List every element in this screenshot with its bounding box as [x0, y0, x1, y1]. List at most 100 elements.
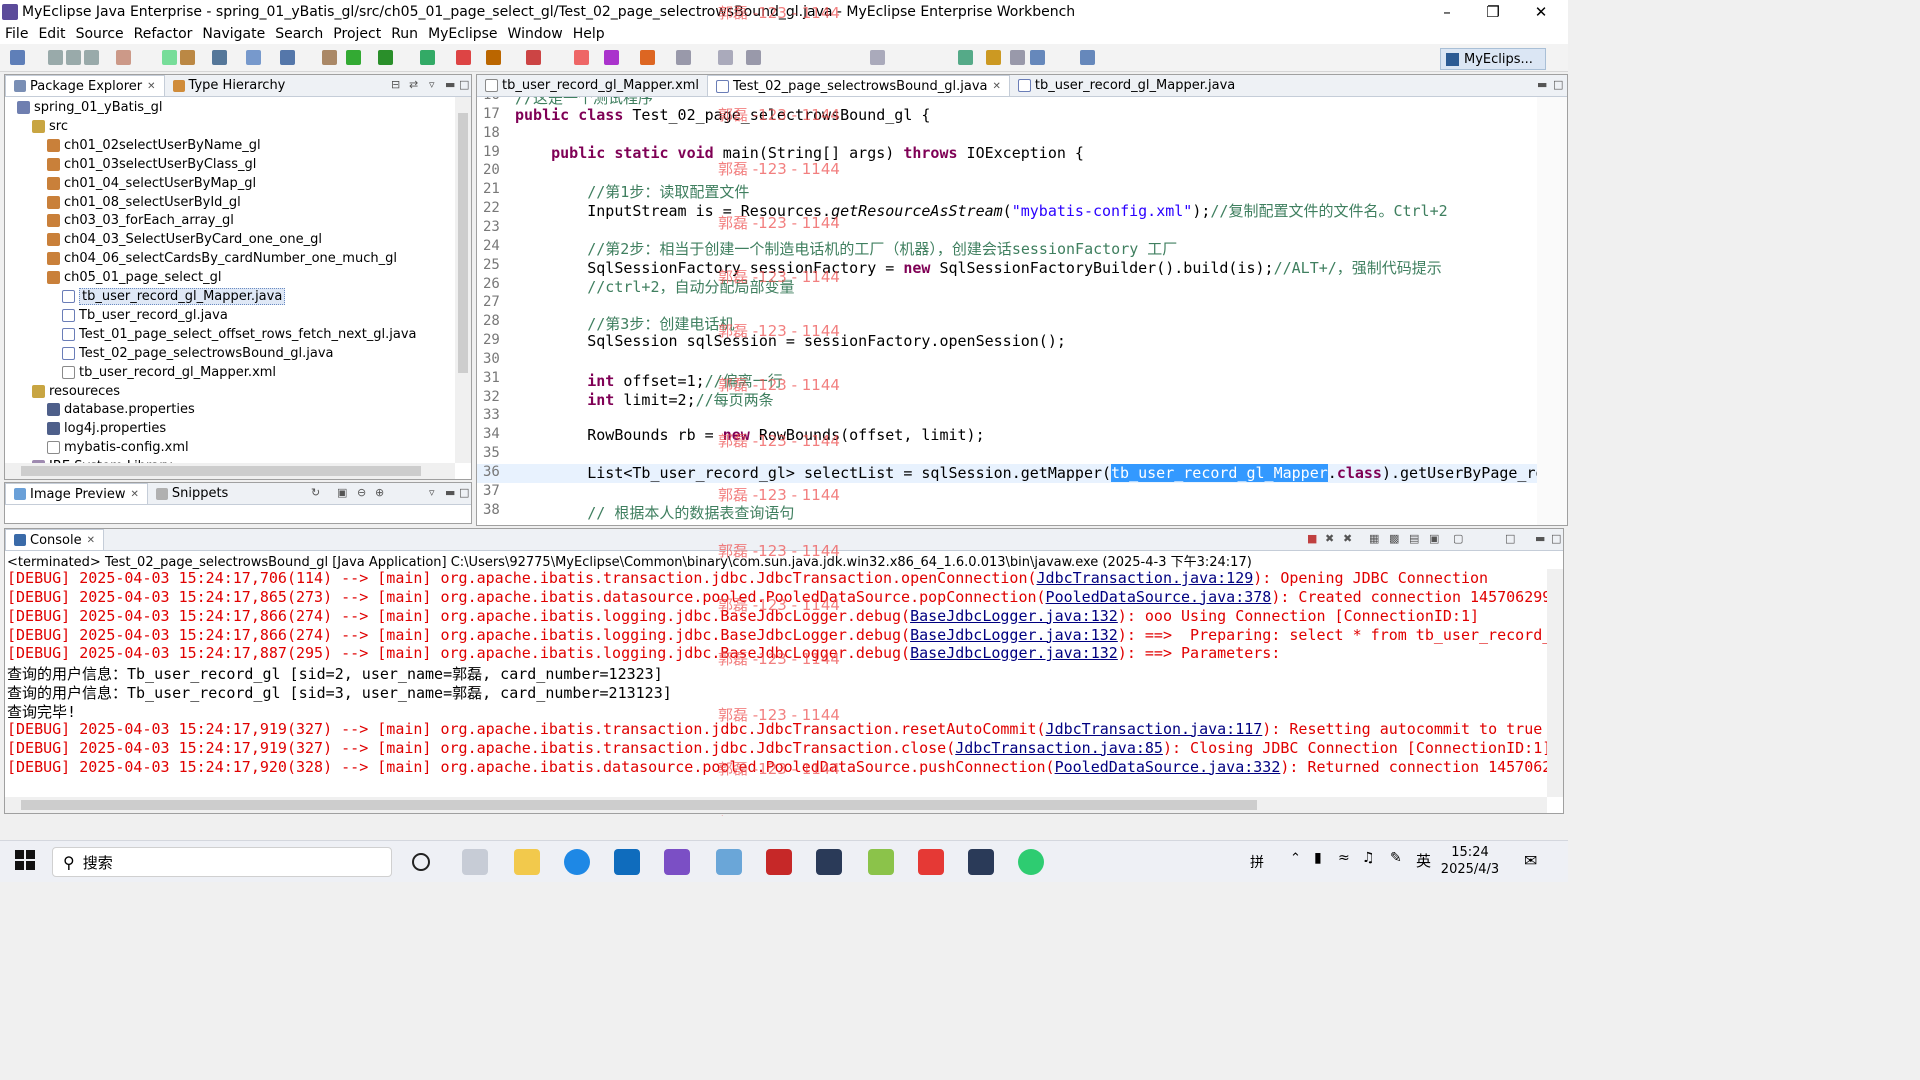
tree-item[interactable]: database.properties	[47, 400, 195, 419]
tree-item[interactable]: src	[32, 117, 68, 136]
tree-item[interactable]: ch01_02selectUserByName_gl	[47, 136, 261, 155]
toolbar-action-10-icon[interactable]	[280, 50, 295, 65]
tree-item[interactable]: Tb_user_record_gl.java	[62, 306, 228, 325]
scrollbar-thumb[interactable]	[21, 800, 1257, 810]
toolbar-action-20-icon[interactable]	[640, 50, 655, 65]
toolbar-action-8-icon[interactable]	[212, 50, 227, 65]
code-area[interactable]: 16//这是一个测试程序17public class Test_02_page_…	[477, 97, 1537, 525]
code-line[interactable]: 16//这是一个测试程序	[477, 97, 1537, 107]
menu-run[interactable]: Run	[386, 26, 423, 42]
toolbar-action-15-icon[interactable]	[456, 50, 471, 65]
tree-item[interactable]: log4j.properties	[47, 419, 166, 438]
maximize-view-icon[interactable]: □	[459, 78, 469, 91]
open-console-icon[interactable]: □	[1505, 532, 1515, 545]
code-line[interactable]: 37	[477, 483, 1537, 502]
tab-console[interactable]: Console ✕	[5, 529, 104, 550]
editor-tab[interactable]: Test_02_page_selectrowsBound_gl.java ✕	[707, 75, 1010, 96]
code-line[interactable]: 34 RowBounds rb = new RowBounds(offset, …	[477, 426, 1537, 445]
scroll-lock-icon[interactable]: ▩	[1389, 532, 1399, 545]
console-vertical-scrollbar[interactable]	[1547, 569, 1563, 797]
cortana-icon[interactable]	[412, 853, 430, 871]
editor-tab[interactable]: tb_user_record_gl_Mapper.xml	[477, 75, 707, 96]
code-line[interactable]: 27	[477, 294, 1537, 313]
toolbar-action-7-icon[interactable]	[180, 50, 195, 65]
tree-item[interactable]: ch04_06_selectCardsBy_cardNumber_one_muc…	[47, 249, 397, 268]
toolbar-action-6-icon[interactable]	[162, 50, 177, 65]
menu-source[interactable]: Source	[71, 26, 129, 42]
toolbar-action-23-icon[interactable]	[746, 50, 761, 65]
code-line[interactable]: 17 public class Test_02_page_selectrowsBo…	[477, 106, 1537, 125]
menu-help[interactable]: Help	[568, 26, 610, 42]
toolbar-action-14-icon[interactable]	[420, 50, 435, 65]
toolbar-action-28-icon[interactable]	[1080, 50, 1095, 65]
scrollbar-thumb[interactable]	[21, 466, 421, 476]
scrollbar-thumb[interactable]	[458, 113, 468, 373]
maximize-view-icon[interactable]: □	[459, 486, 469, 499]
code-line[interactable]: 32 int limit=2;//每页两条	[477, 389, 1537, 409]
taskbar-search[interactable]: ⚲ 搜索	[52, 847, 392, 877]
minimize-view-icon[interactable]: ▬	[1535, 532, 1545, 545]
menu-window[interactable]: Window	[503, 26, 568, 42]
tab-type-hierarchy[interactable]: Type Hierarchy	[165, 75, 294, 96]
tree-item[interactable]: tb_user_record_gl_Mapper.java	[62, 287, 286, 306]
clear-console-icon[interactable]: ▦	[1369, 532, 1379, 545]
code-line[interactable]: 24 //第2步：相当于创建一个制造电话机的工厂（机器），创建会话session…	[477, 238, 1537, 258]
view-menu-icon[interactable]: ▿	[429, 78, 435, 91]
toolbar-action-27-icon[interactable]	[1030, 50, 1045, 65]
remove-launch-icon[interactable]: ✖	[1325, 532, 1334, 545]
system-clock[interactable]: 15:24 2025/4/3	[1440, 844, 1500, 878]
visual-studio-icon[interactable]	[664, 849, 690, 875]
close-tab-icon[interactable]: ✕	[130, 489, 138, 500]
chevron-up-icon[interactable]: ⌃	[1290, 851, 1301, 866]
maximize-view-icon[interactable]: □	[1551, 532, 1561, 545]
close-button[interactable]: ✕	[1518, 0, 1564, 24]
tree-item[interactable]: ch05_01_page_select_gl	[47, 268, 221, 287]
toolbar-action-17-icon[interactable]	[526, 50, 541, 65]
toolbar-action-1-icon[interactable]	[10, 50, 25, 65]
ime-language[interactable]: 英	[1416, 850, 1431, 871]
tree-item[interactable]: ch01_04_selectUserByMap_gl	[47, 174, 256, 193]
code-line[interactable]: 21 //第1步：读取配置文件	[477, 181, 1537, 201]
perspective-myeclipse-button[interactable]: MyEclips...	[1440, 48, 1546, 70]
tree-item[interactable]: ch03_03_forEach_array_gl	[47, 211, 234, 230]
store-icon[interactable]	[614, 849, 640, 875]
code-line[interactable]: 35	[477, 445, 1537, 464]
editor-maximize-icon[interactable]: □	[1553, 78, 1563, 91]
pin-console-icon[interactable]: ▣	[1429, 532, 1439, 545]
toolbar-action-12-icon[interactable]	[346, 50, 361, 65]
toolbar-action-25-icon[interactable]	[958, 50, 973, 65]
code-line[interactable]: 22 InputStream is = Resources.getResourc…	[477, 200, 1537, 220]
code-line[interactable]: 29 SqlSession sqlSession = sessionFactor…	[477, 332, 1537, 351]
code-line[interactable]: 36 List<Tb_user_record_gl> selectList = …	[477, 464, 1537, 483]
close-tab-icon[interactable]: ✕	[87, 535, 95, 546]
toolbar-action-9-icon[interactable]	[246, 50, 261, 65]
console-horizontal-scrollbar[interactable]	[5, 797, 1547, 813]
remove-all-terminated-icon[interactable]: ✖	[1343, 532, 1352, 545]
editor-minimize-icon[interactable]: ▬	[1537, 78, 1547, 91]
minimize-view-icon[interactable]: ▬	[445, 486, 455, 499]
code-line[interactable]: 31 int offset=1;//偏离一行	[477, 370, 1537, 390]
menu-refactor[interactable]: Refactor	[129, 26, 198, 42]
tab-image-preview[interactable]: Image Preview ✕	[5, 483, 148, 504]
menu-file[interactable]: File	[0, 26, 33, 42]
menu-navigate[interactable]: Navigate	[197, 26, 270, 42]
wechat-icon[interactable]	[1018, 849, 1044, 875]
tree-item[interactable]: resoureces	[32, 382, 120, 401]
code-line[interactable]: 20	[477, 162, 1537, 181]
toolbar-action-13-icon[interactable]	[378, 50, 393, 65]
toolbar-action-5-icon[interactable]	[116, 50, 131, 65]
file-explorer-icon[interactable]	[514, 849, 540, 875]
show-on-output-icon[interactable]: ▤	[1409, 532, 1419, 545]
myeclipse-active-icon[interactable]	[968, 849, 994, 875]
editor-tab[interactable]: tb_user_record_gl_Mapper.java	[1010, 75, 1243, 96]
menu-search[interactable]: Search	[270, 26, 328, 42]
code-line[interactable]: 18	[477, 125, 1537, 144]
toolbar-action-4-icon[interactable]	[84, 50, 99, 65]
ime-mode-indicator[interactable]: 拼	[1250, 852, 1264, 872]
code-line[interactable]: 23	[477, 219, 1537, 238]
toolbar-action-26-icon[interactable]	[986, 50, 1001, 65]
code-line[interactable]: 38 // 根据本人的数据表查询语句	[477, 502, 1537, 522]
tool-app-icon[interactable]	[868, 849, 894, 875]
toolbox-icon[interactable]	[766, 849, 792, 875]
toolbar-action-3-icon[interactable]	[66, 50, 81, 65]
